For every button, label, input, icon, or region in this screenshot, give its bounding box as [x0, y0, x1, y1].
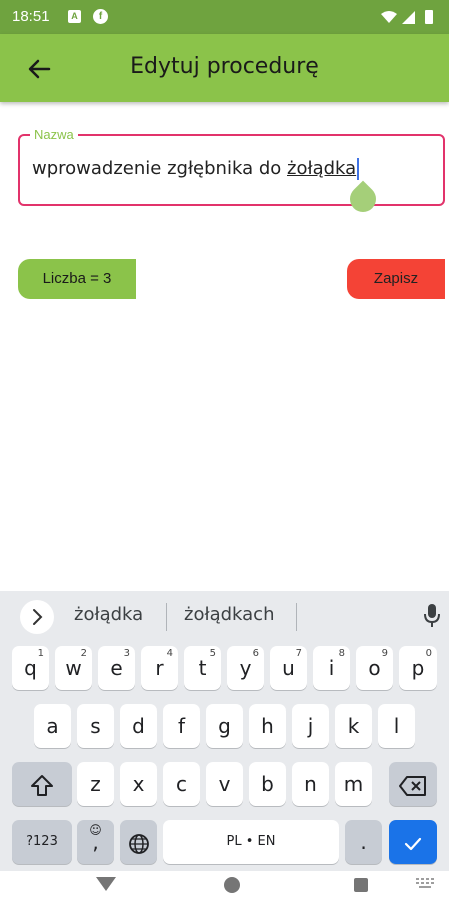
- suggestion-divider: [166, 603, 167, 631]
- expand-suggestions-button[interactable]: [20, 600, 54, 634]
- key-x[interactable]: x: [120, 762, 157, 806]
- notification-f-icon: f: [93, 9, 108, 24]
- key-q[interactable]: q1: [12, 646, 49, 690]
- count-chip: Liczba = 3: [18, 259, 136, 299]
- key-o[interactable]: o9: [356, 646, 393, 690]
- key-i[interactable]: i8: [313, 646, 350, 690]
- shift-icon: [31, 774, 53, 796]
- backspace-key[interactable]: [389, 762, 437, 806]
- key-a[interactable]: a: [34, 704, 71, 748]
- key-t-label: t: [198, 656, 207, 680]
- key-b[interactable]: b: [249, 762, 286, 806]
- key-s[interactable]: s: [77, 704, 114, 748]
- keyboard-switch-icon[interactable]: [416, 878, 434, 890]
- key-f[interactable]: f: [163, 704, 200, 748]
- key-r-label: r: [155, 656, 164, 680]
- key-c[interactable]: c: [163, 762, 200, 806]
- key-t[interactable]: t5: [184, 646, 221, 690]
- key-u[interactable]: u7: [270, 646, 307, 690]
- key-r[interactable]: r4: [141, 646, 178, 690]
- text-cursor: [357, 158, 360, 180]
- enter-key[interactable]: [389, 820, 437, 864]
- key-i-label: i: [328, 656, 335, 680]
- key-hint: 4: [166, 648, 173, 659]
- symbols-key[interactable]: ?123: [12, 820, 72, 864]
- nav-recents-button[interactable]: [354, 878, 368, 892]
- chevron-right-icon: [33, 609, 43, 625]
- key-w[interactable]: w2: [55, 646, 92, 690]
- key-n[interactable]: n: [292, 762, 329, 806]
- key-y-label: y: [239, 656, 252, 680]
- status-time: 18:51: [12, 8, 50, 25]
- key-hint: 5: [209, 648, 216, 659]
- backspace-icon: [399, 775, 426, 796]
- notification-a-icon: A: [68, 10, 81, 23]
- key-hint: 3: [123, 648, 130, 659]
- key-m[interactable]: m: [335, 762, 372, 806]
- key-u-label: u: [282, 656, 295, 680]
- key-hint: 8: [338, 648, 345, 659]
- name-field-label: Nazwa: [30, 127, 78, 142]
- globe-icon: [128, 833, 149, 854]
- key-h[interactable]: h: [249, 704, 286, 748]
- language-key[interactable]: [120, 820, 157, 864]
- status-indicators-icon: [381, 10, 433, 24]
- key-hint: 0: [425, 648, 432, 659]
- key-hint: 1: [37, 648, 44, 659]
- status-bar: 18:51 A f: [0, 0, 449, 34]
- key-l[interactable]: l: [378, 704, 415, 748]
- shift-key[interactable]: [12, 762, 72, 806]
- key-g[interactable]: g: [206, 704, 243, 748]
- microphone-icon[interactable]: [422, 603, 442, 629]
- key-o-label: o: [368, 656, 381, 680]
- key-hint: 9: [381, 648, 388, 659]
- suggestion-divider: [296, 603, 297, 631]
- key-p[interactable]: p0: [399, 646, 437, 690]
- suggestion-2[interactable]: żołądkach: [184, 604, 274, 625]
- key-hint: 7: [295, 648, 302, 659]
- checkmark-icon: [404, 837, 422, 850]
- soft-keyboard: żołądka żołądkach q1 w2 e3 r4 t5 y6 u7 i…: [0, 591, 449, 871]
- key-p-label: p: [411, 656, 425, 680]
- save-button[interactable]: Zapisz: [347, 259, 445, 299]
- nav-home-button[interactable]: [224, 877, 240, 893]
- key-k[interactable]: k: [335, 704, 372, 748]
- emoji-icon: ☺: [89, 823, 102, 837]
- app-bar: Edytuj procedurę: [0, 34, 449, 102]
- name-field[interactable]: Nazwa wprowadzenie zgłębnika do żołądka: [18, 127, 445, 206]
- key-e-label: e: [110, 656, 123, 680]
- system-nav-bar: [0, 871, 449, 906]
- name-field-value[interactable]: wprowadzenie zgłębnika do żołądka: [32, 158, 360, 180]
- key-w-label: w: [65, 656, 82, 680]
- key-y[interactable]: y6: [227, 646, 264, 690]
- name-field-composing-word: żołądka: [287, 158, 357, 179]
- space-key[interactable]: PL • EN: [163, 820, 339, 864]
- name-field-value-prefix: wprowadzenie zgłębnika do: [32, 158, 287, 179]
- key-hint: 2: [80, 648, 87, 659]
- key-d[interactable]: d: [120, 704, 157, 748]
- key-hint: 6: [252, 648, 259, 659]
- page-title: Edytuj procedurę: [130, 54, 319, 79]
- emoji-comma-key[interactable]: ☺ ,: [77, 820, 114, 864]
- key-j[interactable]: j: [292, 704, 329, 748]
- key-e[interactable]: e3: [98, 646, 135, 690]
- key-v[interactable]: v: [206, 762, 243, 806]
- nav-back-button[interactable]: [96, 877, 116, 891]
- period-key[interactable]: .: [345, 820, 382, 864]
- suggestion-1[interactable]: żołądka: [74, 604, 143, 625]
- key-z[interactable]: z: [77, 762, 114, 806]
- key-q-label: q: [24, 656, 37, 680]
